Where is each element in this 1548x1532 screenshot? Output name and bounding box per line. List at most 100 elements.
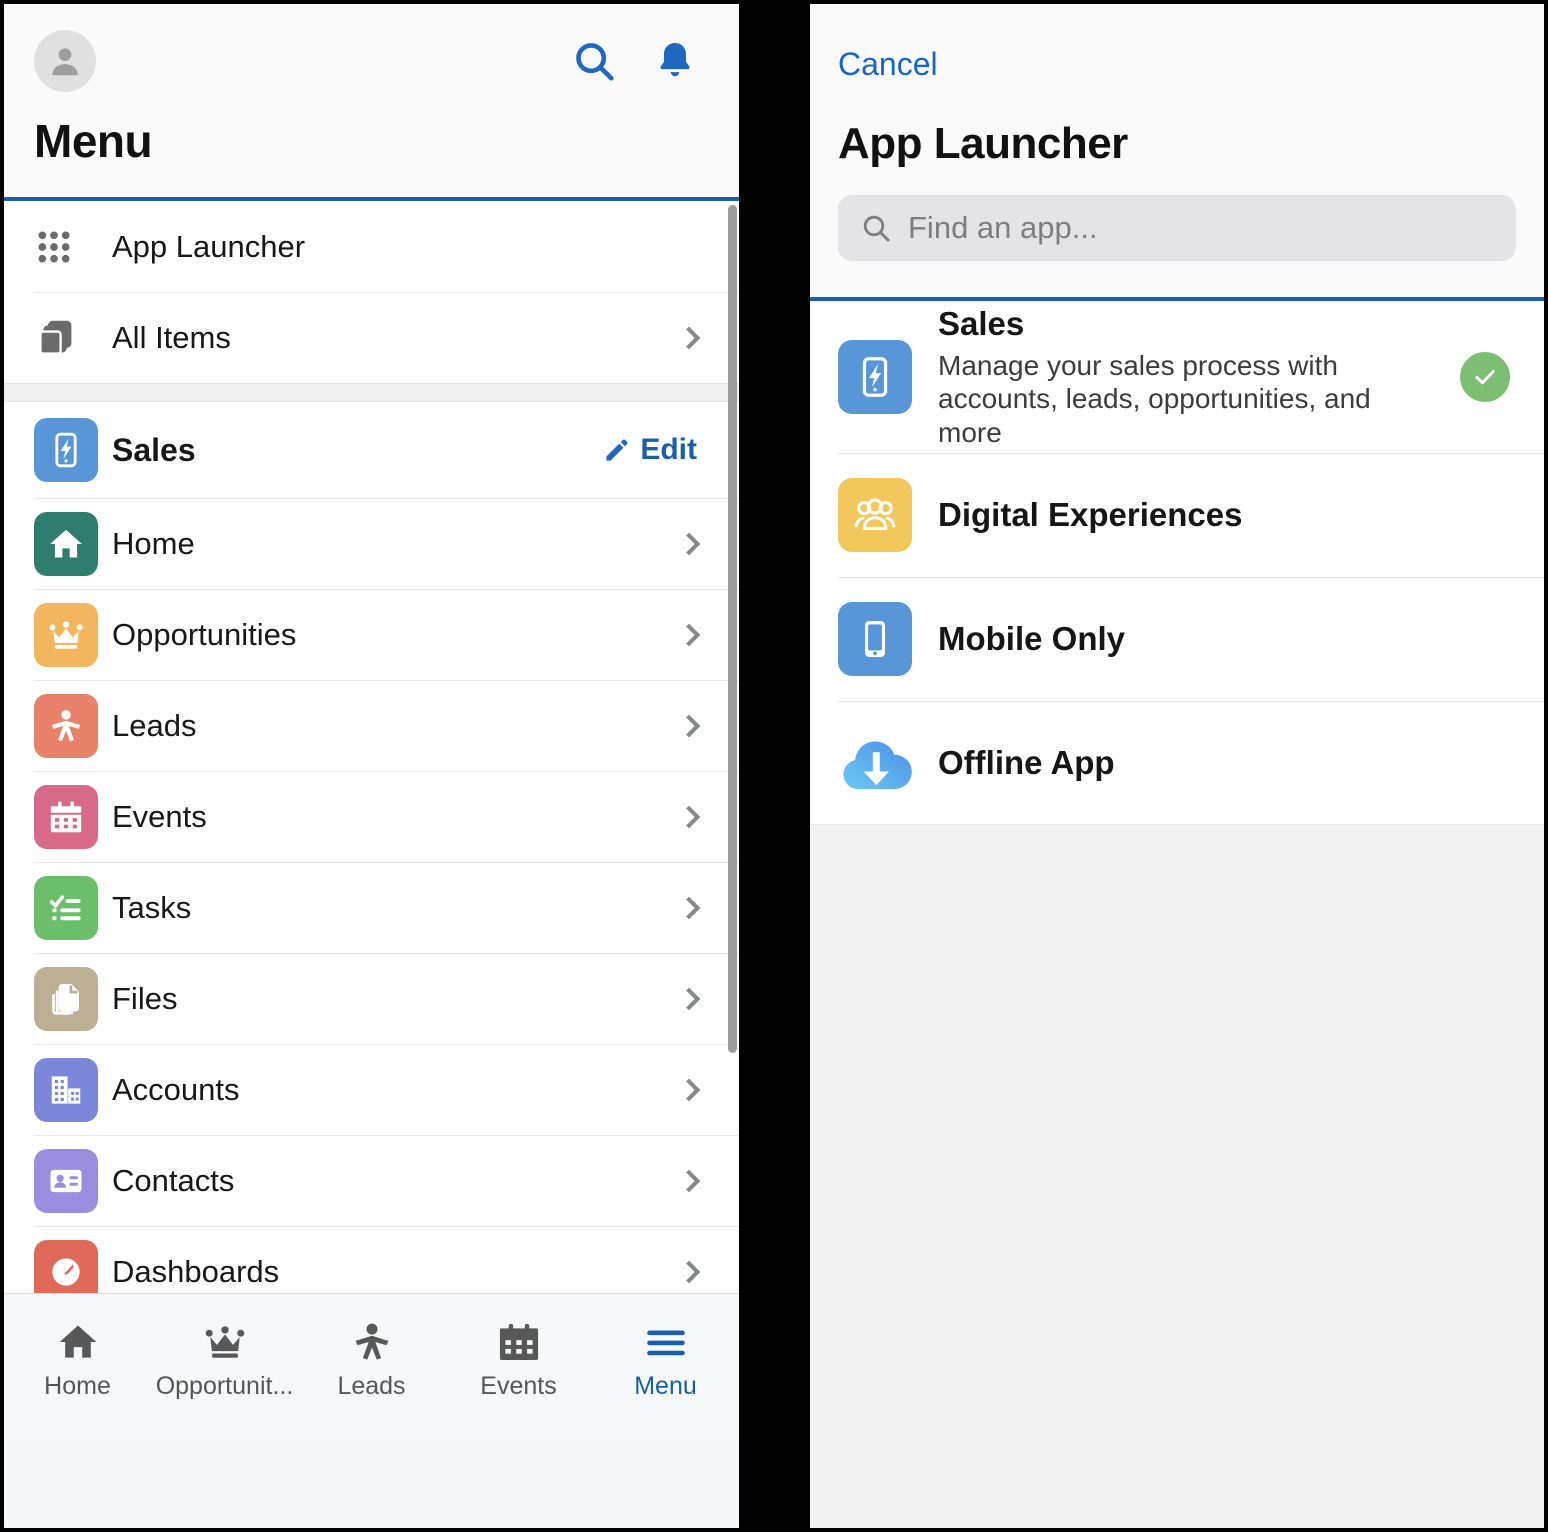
crown-icon: [201, 1310, 249, 1364]
sales-lightning-phone-icon: [34, 418, 112, 482]
menu-header-actions: [571, 38, 709, 84]
menu-item-label: Events: [112, 798, 207, 834]
tab-opportunities[interactable]: Opportunit...: [151, 1310, 298, 1401]
menu-item-leads[interactable]: Leads: [4, 680, 739, 771]
tab-label: Home: [44, 1372, 111, 1400]
tab-label: Opportunit...: [155, 1372, 294, 1400]
tab-label: Events: [480, 1372, 557, 1400]
cancel-button[interactable]: Cancel: [838, 4, 938, 83]
checklist-icon: [34, 875, 112, 940]
phone-icon: [838, 602, 938, 676]
tab-menu[interactable]: Menu: [592, 1310, 739, 1401]
menu-item-label: Dashboards: [112, 1253, 280, 1289]
dual-phone-screenshot: Menu App Launcher All Items Sales Edit H…: [0, 0, 1548, 1532]
menu-item-accounts[interactable]: Accounts: [4, 1044, 739, 1135]
menu-item-label: Leads: [112, 707, 197, 743]
contact-card-icon: [34, 1148, 112, 1213]
menu-item-label: Opportunities: [112, 616, 297, 652]
app-item-sales[interactable]: Sales Manage your sales process with acc…: [810, 301, 1544, 453]
current-app-name: Sales: [112, 431, 196, 468]
menu-item-label: Files: [112, 980, 178, 1016]
left-phone-menu-screen: Menu App Launcher All Items Sales Edit H…: [4, 4, 739, 1528]
user-avatar-icon[interactable]: [34, 30, 96, 92]
sales-lightning-phone-icon: [838, 340, 938, 414]
edit-label: Edit: [640, 433, 697, 466]
chevron-right-icon: [677, 987, 701, 1010]
menu-item-label: Tasks: [112, 889, 192, 925]
chevron-right-icon: [677, 532, 701, 555]
edit-button[interactable]: Edit: [603, 433, 697, 467]
check-circle-icon: [1460, 352, 1510, 402]
menu-item-files[interactable]: Files: [4, 953, 739, 1044]
menu-item-dashboards[interactable]: Dashboards: [4, 1226, 739, 1293]
menu-header: Menu: [4, 4, 739, 201]
menu-list: App Launcher All Items Sales Edit Home O…: [4, 201, 739, 1293]
gauge-icon: [34, 1239, 112, 1293]
person-star-icon: [348, 1310, 396, 1364]
tab-events[interactable]: Events: [445, 1310, 592, 1401]
app-name: Sales: [938, 305, 1025, 343]
search-placeholder: Find an app...: [908, 210, 1098, 245]
app-grid-icon: [34, 227, 112, 267]
app-description: Manage your sales process with accounts,…: [938, 350, 1371, 448]
chevron-right-icon: [677, 896, 701, 919]
menu-current-app-row[interactable]: Sales Edit: [4, 402, 739, 498]
calendar-icon: [496, 1310, 542, 1364]
menu-item-label: Contacts: [112, 1162, 235, 1198]
chevron-right-icon: [677, 623, 701, 646]
app-launcher-title: App Launcher: [838, 119, 1128, 168]
app-name: Digital Experiences: [938, 496, 1243, 533]
app-list-empty-area: [810, 825, 1544, 1528]
stacked-cards-icon: [34, 316, 112, 360]
tab-home[interactable]: Home: [4, 1310, 151, 1401]
app-search-input[interactable]: Find an app...: [838, 195, 1516, 261]
app-item-text: Digital Experiences: [938, 496, 1518, 534]
menu-item-events[interactable]: Events: [4, 771, 739, 862]
tab-leads[interactable]: Leads: [298, 1310, 445, 1401]
menu-item-label: All Items: [112, 319, 231, 355]
menu-item-opportunities[interactable]: Opportunities: [4, 589, 739, 680]
app-item-mobile-only[interactable]: Mobile Only: [810, 577, 1544, 701]
menu-item-label: App Launcher: [112, 228, 306, 264]
house-icon: [54, 1310, 102, 1364]
menu-item-contacts[interactable]: Contacts: [4, 1135, 739, 1226]
app-name: Offline App: [938, 744, 1115, 781]
chevron-right-icon: [677, 714, 701, 737]
chevron-right-icon: [677, 1260, 701, 1283]
app-list: Sales Manage your sales process with acc…: [810, 301, 1544, 825]
app-item-text: Sales Manage your sales process with acc…: [938, 305, 1460, 448]
bell-icon[interactable]: [653, 38, 697, 84]
menu-item-all-items[interactable]: All Items: [4, 292, 739, 383]
cloud-download-icon: [838, 731, 938, 795]
menu-item-tasks[interactable]: Tasks: [4, 862, 739, 953]
calendar-icon: [34, 784, 112, 849]
search-icon: [860, 212, 892, 244]
bottom-tab-bar: Home Opportunit... Leads Events Menu: [4, 1293, 739, 1443]
app-item-text: Mobile Only: [938, 620, 1518, 658]
documents-icon: [34, 966, 112, 1031]
page-title: Menu: [34, 115, 153, 167]
chevron-right-icon: [677, 1169, 701, 1192]
chevron-right-icon: [677, 805, 701, 828]
right-phone-app-launcher-screen: Cancel App Launcher Find an app... Sales…: [810, 4, 1544, 1528]
house-icon: [34, 511, 112, 576]
tab-label: Leads: [337, 1372, 406, 1400]
app-item-text: Offline App: [938, 744, 1518, 782]
app-name: Mobile Only: [938, 620, 1126, 657]
chevron-right-icon: [677, 1078, 701, 1101]
menu-item-home[interactable]: Home: [4, 498, 739, 589]
chevron-right-icon: [677, 326, 701, 349]
search-icon[interactable]: [571, 38, 617, 84]
app-launcher-header: Cancel App Launcher Find an app...: [810, 4, 1544, 301]
menu-topbar: [34, 4, 709, 92]
menu-item-label: Accounts: [112, 1071, 240, 1107]
crown-icon: [34, 602, 112, 667]
people-group-icon: [838, 478, 938, 552]
menu-item-app-launcher[interactable]: App Launcher: [4, 201, 739, 292]
menu-scrollbar[interactable]: [728, 205, 737, 1053]
app-item-offline-app[interactable]: Offline App: [810, 701, 1544, 825]
pencil-icon: [603, 437, 630, 464]
person-star-icon: [34, 693, 112, 758]
app-item-digital-experiences[interactable]: Digital Experiences: [810, 453, 1544, 577]
tab-label: Menu: [634, 1372, 697, 1400]
